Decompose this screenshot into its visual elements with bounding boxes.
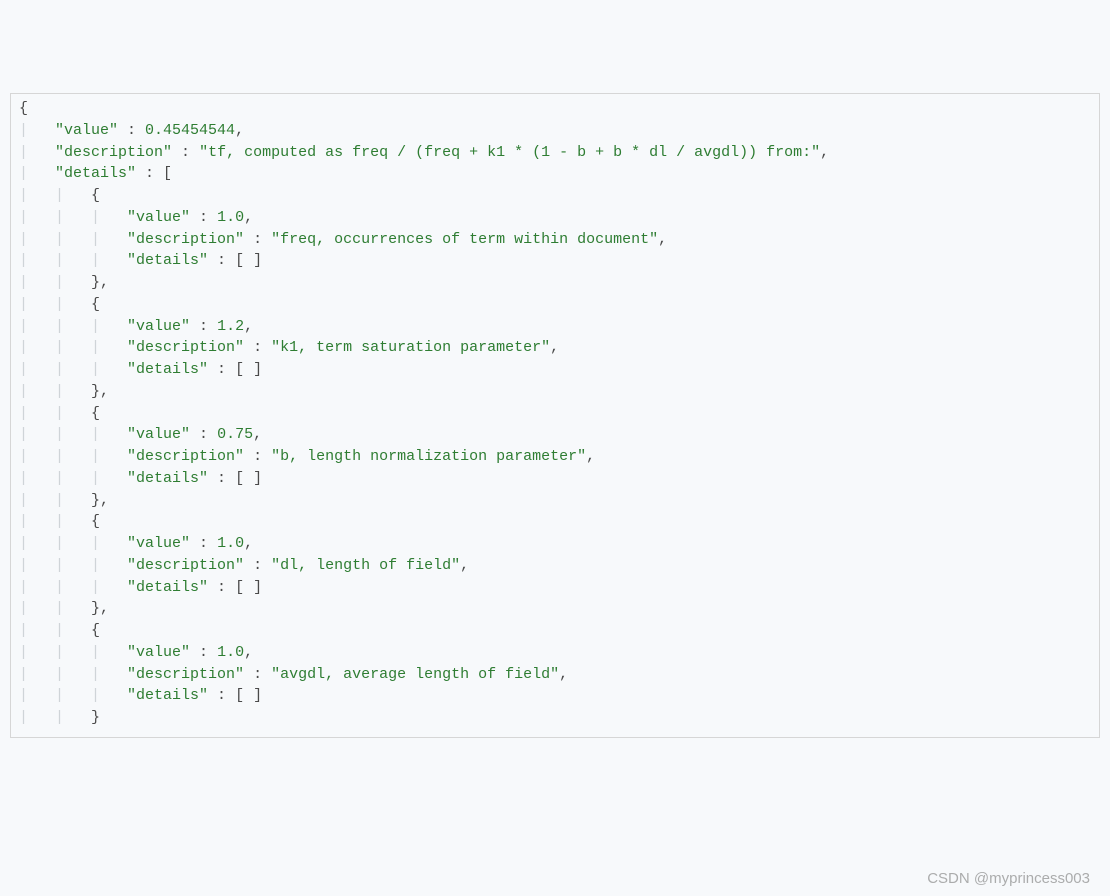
value-number: 1.0: [217, 209, 244, 226]
brace-open: {: [19, 100, 28, 117]
key-details: "details": [127, 252, 208, 269]
key-description: "description": [127, 448, 244, 465]
watermark-text: CSDN @myprincess003: [927, 868, 1090, 890]
json-code-block[interactable]: { | "value" : 0.45454544, | "description…: [10, 93, 1100, 738]
key-description: "description": [127, 557, 244, 574]
value-string: "tf, computed as freq / (freq + k1 * (1 …: [199, 144, 820, 161]
value-number: 1.0: [217, 535, 244, 552]
key-value: "value": [127, 535, 190, 552]
key-details: "details": [127, 361, 208, 378]
empty-array: [ ]: [235, 687, 262, 704]
key-details: "details": [127, 470, 208, 487]
empty-array: [ ]: [235, 579, 262, 596]
key-details: "details": [127, 579, 208, 596]
key-value: "value": [127, 426, 190, 443]
key-value: "value": [127, 209, 190, 226]
value-string: "b, length normalization parameter": [271, 448, 586, 465]
key-details: "details": [127, 687, 208, 704]
value-string: "k1, term saturation parameter": [271, 339, 550, 356]
value-number: 1.2: [217, 318, 244, 335]
empty-array: [ ]: [235, 470, 262, 487]
key-description: "description": [127, 339, 244, 356]
empty-array: [ ]: [235, 252, 262, 269]
value-number: 0.45454544: [145, 122, 235, 139]
key-description: "description": [55, 144, 172, 161]
value-string: "avgdl, average length of field": [271, 666, 559, 683]
value-number: 0.75: [217, 426, 253, 443]
key-description: "description": [127, 231, 244, 248]
key-value: "value": [127, 644, 190, 661]
key-description: "description": [127, 666, 244, 683]
key-value: "value": [127, 318, 190, 335]
value-number: 1.0: [217, 644, 244, 661]
empty-array: [ ]: [235, 361, 262, 378]
value-string: "freq, occurrences of term within docume…: [271, 231, 658, 248]
key-value: "value": [55, 122, 118, 139]
key-details: "details": [55, 165, 136, 182]
value-string: "dl, length of field": [271, 557, 460, 574]
